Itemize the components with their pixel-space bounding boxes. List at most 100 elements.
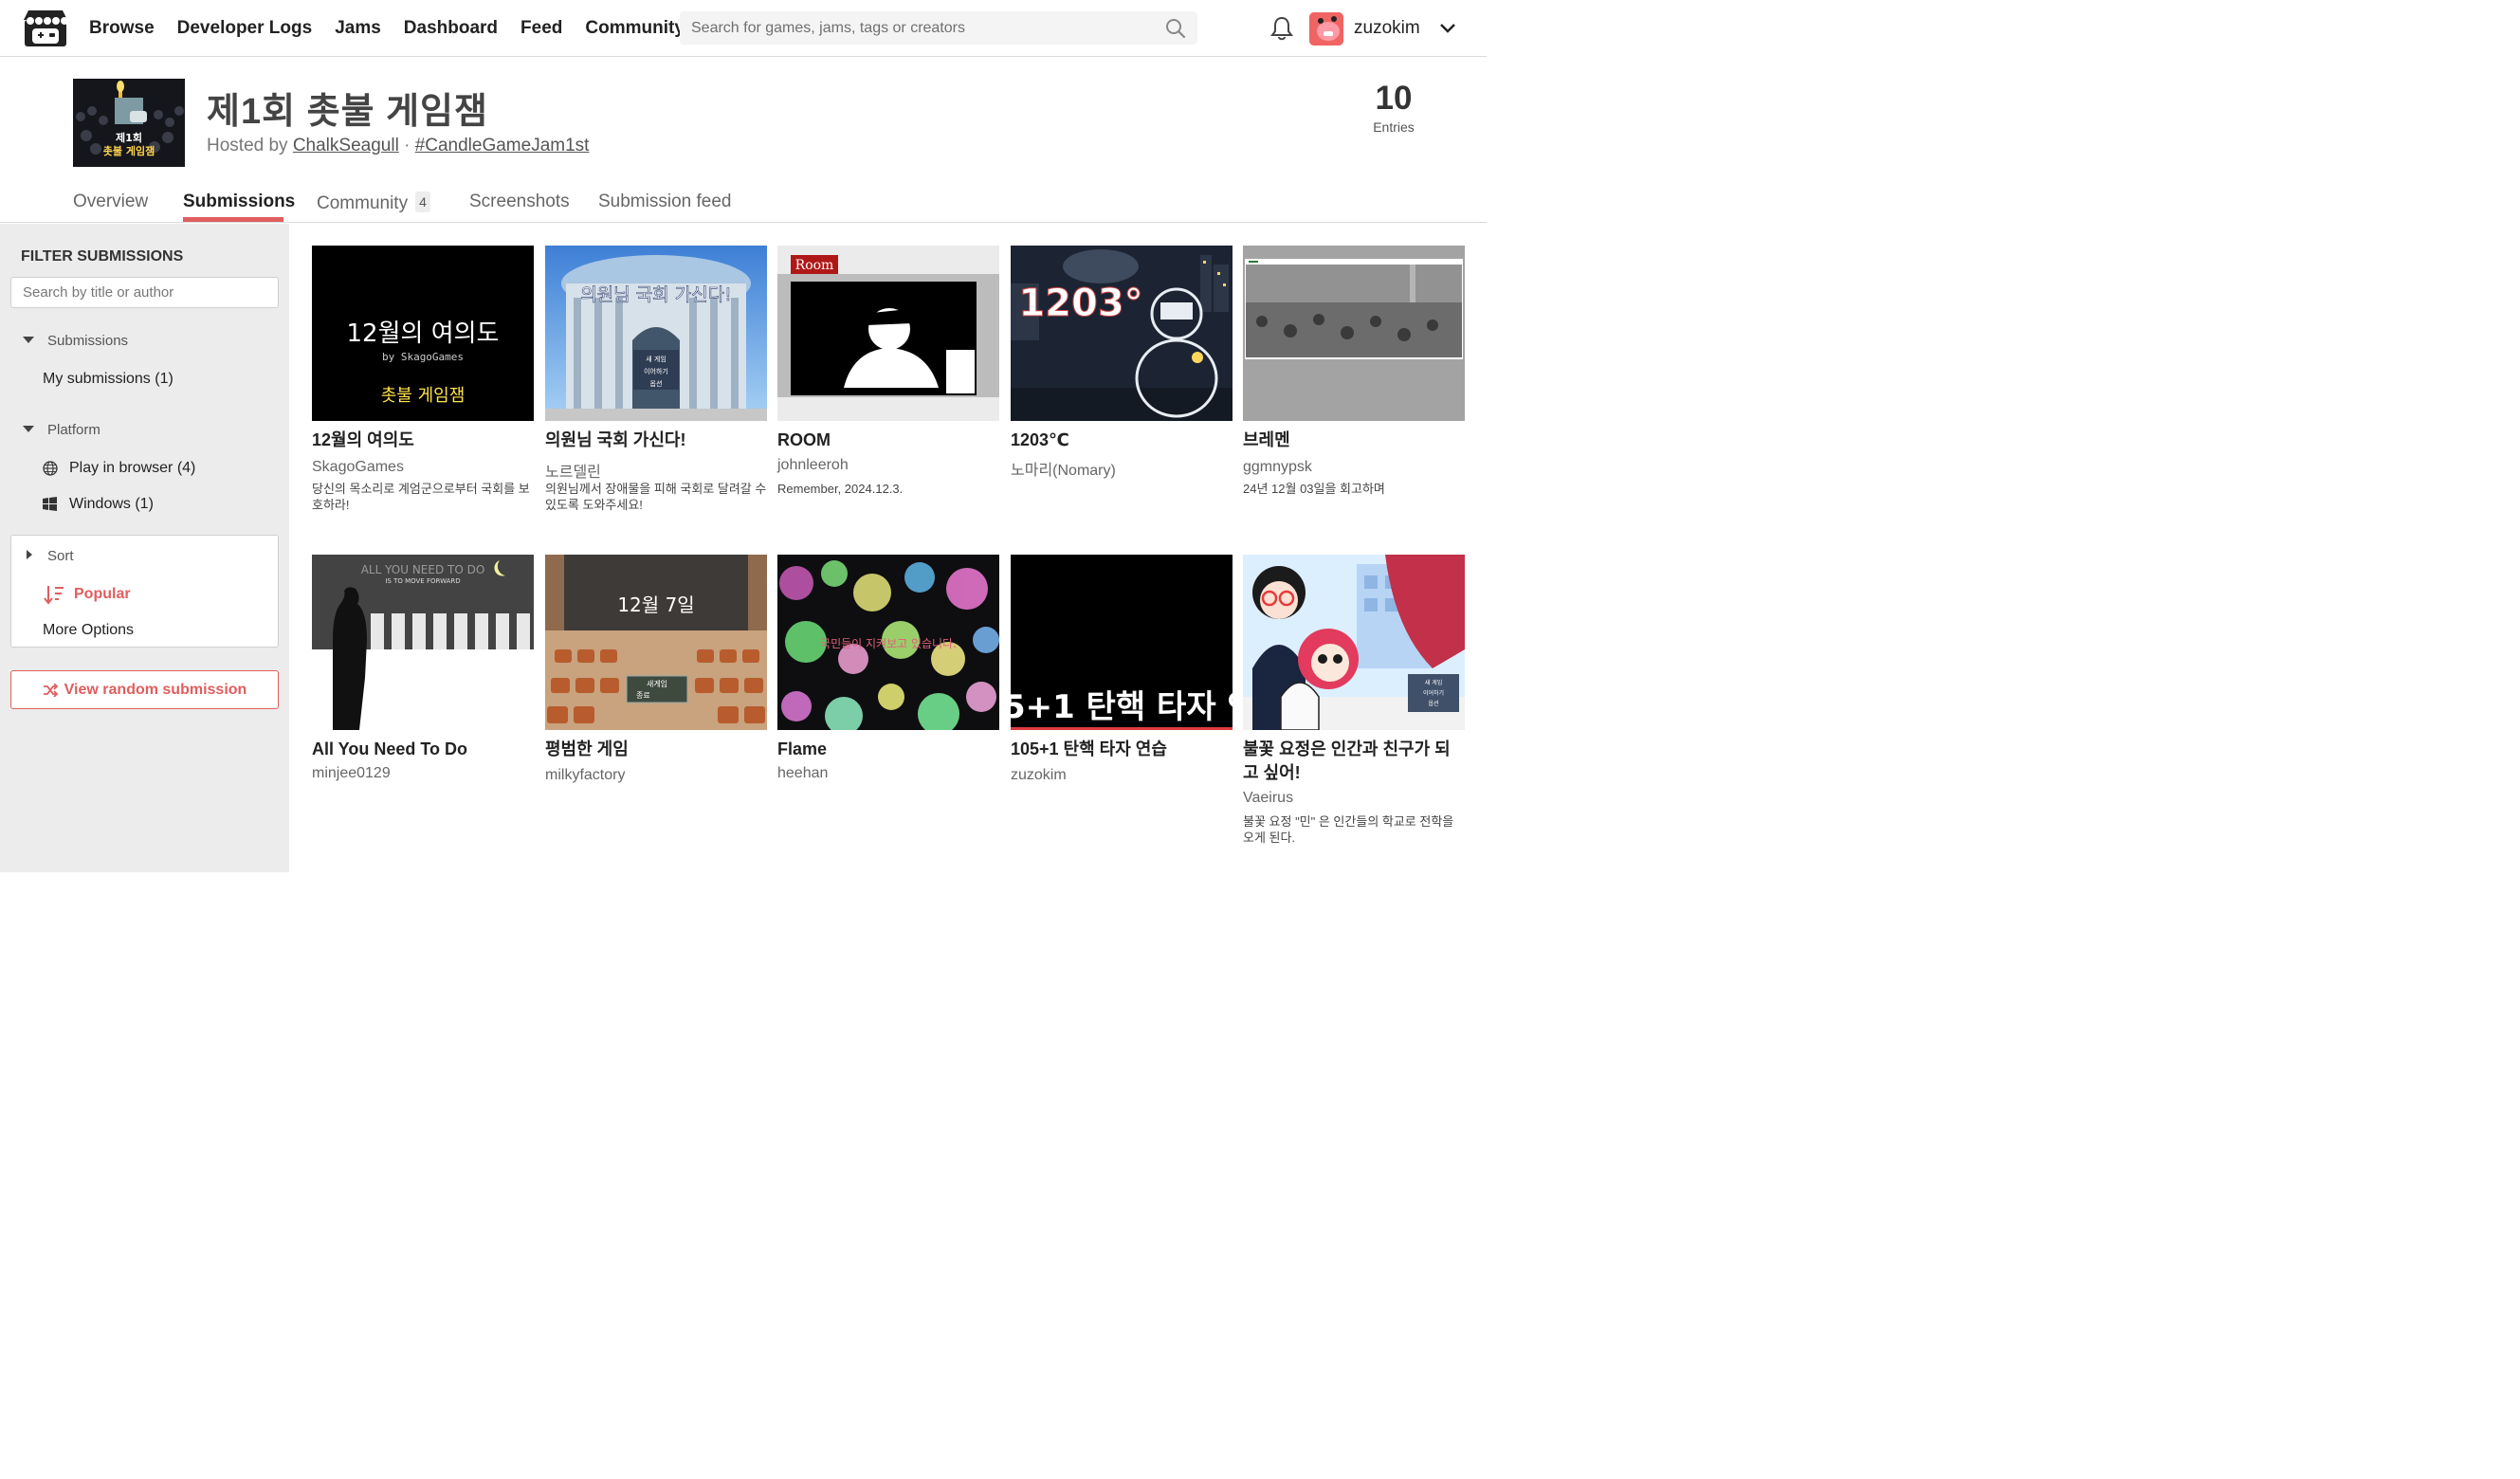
game-author[interactable]: johnleeroh: [777, 457, 849, 474]
thumb-menu-item: 새게임: [647, 679, 667, 688]
game-thumbnail[interactable]: 5+1 탄핵 타자 연: [1011, 555, 1233, 730]
windows-icon: [43, 497, 57, 511]
nav-dashboard[interactable]: Dashboard: [404, 18, 498, 39]
thumb-tag-text: Room: [795, 258, 834, 273]
game-description: 당신의 목소리로 계엄군으로부터 국회를 보호하라!: [312, 482, 530, 512]
sort-label[interactable]: Sort: [47, 548, 74, 564]
game-description: Remember, 2024.12.3.: [777, 482, 904, 496]
game-title[interactable]: 의원님 국회 가신다!: [545, 429, 767, 452]
play-in-browser-option[interactable]: Play in browser (4): [69, 460, 195, 477]
game-thumbnail[interactable]: 새 게임 이어하기 옵션: [1243, 555, 1465, 730]
game-title[interactable]: 12월의 여의도: [312, 429, 534, 452]
avatar[interactable]: [1309, 12, 1343, 46]
windows-option[interactable]: Windows (1): [69, 496, 154, 513]
game-author[interactable]: 노마리(Nomary): [1011, 457, 1116, 480]
sort-expand-icon[interactable]: [27, 550, 32, 559]
jam-cover-image[interactable]: 제1회 촛불 게임잼: [73, 79, 185, 167]
game-author[interactable]: 노르델린: [545, 459, 601, 482]
thumbnail-art-icon: 국민들이 지켜보고 있습니다.: [777, 555, 999, 730]
nav-browse[interactable]: Browse: [89, 18, 155, 39]
jam-host-line: Hosted by ChalkSeagull · #CandleGameJam1…: [207, 136, 589, 156]
host-link[interactable]: ChalkSeagull: [293, 136, 399, 155]
itchio-logo-icon[interactable]: [23, 9, 68, 48]
game-title[interactable]: Flame: [777, 738, 999, 761]
filter-search-input[interactable]: [10, 277, 279, 308]
game-author[interactable]: SkagoGames: [312, 459, 404, 476]
game-thumbnail[interactable]: 의원님 국회 가신다! 새 게임 이어하기 옵션: [545, 246, 767, 421]
filter-sidebar: FILTER SUBMISSIONS Submissions My submis…: [0, 224, 289, 872]
game-thumbnail[interactable]: Room: [777, 246, 999, 421]
tab-community[interactable]: Community 4: [317, 192, 430, 214]
entries-label: Entries: [1373, 119, 1415, 135]
game-thumbnail[interactable]: 12월 7일 새게임 종료: [545, 555, 767, 730]
game-title[interactable]: All You Need To Do: [312, 738, 534, 761]
game-author[interactable]: heehan: [777, 765, 828, 782]
game-author[interactable]: zuzokim: [1011, 767, 1067, 784]
thumb-title-text: 국민들이 지켜보고 있습니다.: [820, 637, 957, 650]
nav-community[interactable]: Community: [585, 18, 685, 39]
game-title[interactable]: 평범한 게임: [545, 738, 767, 761]
platform-collapse-icon[interactable]: [23, 426, 34, 432]
thumb-tag-text: 촛불 게임잼: [381, 386, 466, 406]
tab-screenshots[interactable]: Screenshots: [469, 192, 570, 212]
thumb-title-text: 12월 7일: [617, 593, 694, 616]
hosted-by-label: Hosted by: [207, 136, 288, 155]
game-author[interactable]: minjee0129: [312, 765, 391, 782]
submissions-collapse-icon[interactable]: [23, 337, 34, 343]
game-thumbnail[interactable]: 1203°: [1011, 246, 1233, 421]
jam-cover-line2: 촛불 게임잼: [103, 144, 155, 157]
game-description: 24년 12월 03일을 회고하며: [1243, 482, 1385, 496]
nav-developer-logs[interactable]: Developer Logs: [177, 18, 313, 39]
thumbnail-art-icon: ALL YOU NEED TO DO IS TO MOVE FORWARD: [312, 555, 534, 730]
game-author[interactable]: milkyfactory: [545, 767, 625, 784]
thumb-title-text: 1203°: [1018, 282, 1142, 325]
game-title[interactable]: 1203℃: [1011, 429, 1233, 452]
thumb-menu-item: 옵션: [1428, 700, 1438, 707]
thumb-title-text: ALL YOU NEED TO DO: [361, 563, 485, 576]
thumbnail-art-icon: 새 게임 이어하기 옵션: [1243, 555, 1465, 730]
game-thumbnail[interactable]: 국민들이 지켜보고 있습니다.: [777, 555, 999, 730]
game-author[interactable]: ggmnypsk: [1243, 459, 1312, 476]
game-author[interactable]: Vaeirus: [1243, 790, 1293, 807]
game-description: 의원님께서 장애물을 피해 국회로 달려갈 수 있도록 도와주세요!: [545, 482, 767, 512]
username[interactable]: zuzokim: [1354, 18, 1420, 39]
game-title[interactable]: 브레멘: [1243, 429, 1465, 452]
my-submissions-option[interactable]: My submissions (1): [43, 371, 173, 388]
view-random-submission-button[interactable]: View random submission: [10, 670, 279, 709]
submissions-section-label[interactable]: Submissions: [47, 333, 128, 349]
game-title[interactable]: ROOM: [777, 429, 999, 452]
thumb-sub-text: IS TO MOVE FORWARD: [385, 577, 460, 585]
platform-section-label[interactable]: Platform: [47, 422, 100, 438]
bell-icon[interactable]: [1269, 15, 1294, 42]
thumbnail-art-icon: 의원님 국회 가신다! 새 게임 이어하기 옵션: [545, 246, 767, 421]
main-nav: Browse Developer Logs Jams Dashboard Fee…: [89, 0, 685, 57]
game-title[interactable]: 불꽃 요정은 인간과 친구가 되고 싶어!: [1243, 738, 1465, 785]
sort-popular-option[interactable]: Popular: [74, 586, 131, 603]
thumb-title-text: 의원님 국회 가신다!: [580, 284, 732, 305]
nav-feed[interactable]: Feed: [520, 18, 562, 39]
game-thumbnail[interactable]: 12월의 여의도 by SkagoGames 촛불 게임잼: [312, 246, 534, 421]
thumbnail-art-icon: [1243, 246, 1465, 421]
search-input[interactable]: [680, 11, 1154, 45]
page-title: 제1회 촛불 게임잼: [207, 92, 488, 132]
tab-submission-feed[interactable]: Submission feed: [598, 192, 731, 212]
nav-jams[interactable]: Jams: [335, 18, 381, 39]
thumb-menu-item: 이어하기: [1423, 689, 1444, 697]
search-icon[interactable]: [1165, 18, 1186, 39]
game-title[interactable]: 105+1 탄핵 타자 연습: [1011, 738, 1233, 761]
thumb-menu-item: 이어하기: [644, 367, 668, 375]
avatar-image-icon: [1309, 12, 1343, 46]
tab-overview[interactable]: Overview: [73, 192, 148, 212]
more-options-link[interactable]: More Options: [43, 622, 134, 639]
thumbnail-art-icon: 12월의 여의도 by SkagoGames 촛불 게임잼: [312, 246, 534, 421]
tab-community-label: Community: [317, 193, 409, 213]
game-thumbnail[interactable]: [1243, 246, 1465, 421]
thumb-menu-item: 새 게임: [1425, 679, 1442, 686]
filter-title: FILTER SUBMISSIONS: [21, 248, 184, 265]
game-thumbnail[interactable]: ALL YOU NEED TO DO IS TO MOVE FORWARD: [312, 555, 534, 730]
host-separator: ·: [404, 136, 411, 155]
tab-submissions[interactable]: Submissions: [183, 192, 295, 212]
hashtag-link[interactable]: #CandleGameJam1st: [415, 136, 590, 155]
chevron-down-icon[interactable]: [1437, 19, 1458, 38]
global-search: [680, 11, 1197, 45]
